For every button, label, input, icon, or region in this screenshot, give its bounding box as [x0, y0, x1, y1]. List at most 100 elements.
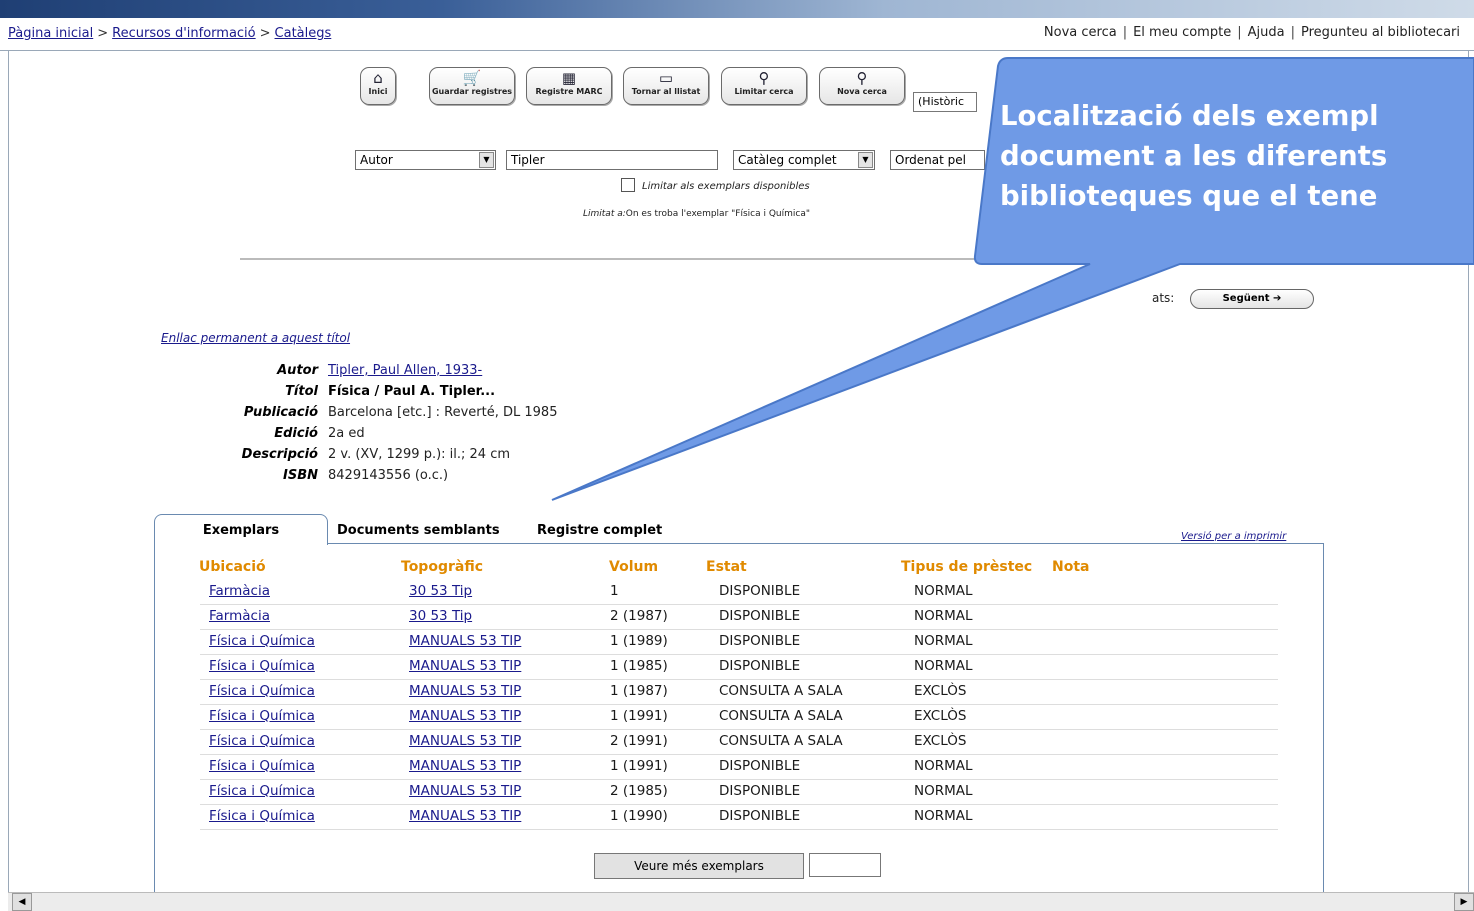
location-link[interactable]: Física i Química — [209, 658, 315, 674]
record-field-value: Barcelona [etc.] : Reverté, DL 1985 — [328, 405, 558, 420]
status-cell: CONSULTA A SALA — [719, 708, 843, 724]
search-field-value: Autor — [360, 153, 393, 167]
location-link[interactable]: Física i Química — [209, 708, 315, 724]
column-header: Estat — [706, 559, 747, 575]
location-link[interactable]: Física i Química — [209, 683, 315, 699]
search-field-select[interactable]: Autor ▼ — [355, 150, 496, 170]
location-link[interactable]: Farmàcia — [209, 583, 270, 599]
volume-cell: 2 (1987) — [610, 608, 668, 624]
call-number-link[interactable]: MANUALS 53 TIP — [409, 808, 521, 824]
ask-librarian-link[interactable]: Pregunteu al bibliotecari — [1301, 25, 1460, 40]
call-number-link[interactable]: MANUALS 53 TIP — [409, 758, 521, 774]
volume-cell: 1 (1991) — [610, 758, 668, 774]
location-link[interactable]: Física i Química — [209, 783, 315, 799]
location-link[interactable]: Física i Química — [209, 808, 315, 824]
sort-select[interactable]: Ordenat pel — [890, 150, 985, 170]
scroll-left-icon[interactable]: ◀ — [12, 893, 32, 911]
table-row: Farmàcia 30 53 Tip 2 (1987) DISPONIBLE NORMA… — [200, 604, 1278, 630]
limit-search-label: Limitar cerca — [734, 87, 794, 96]
breadcrumb: Pàgina inicial > Recursos d'informació > Cat… — [8, 26, 332, 41]
history-select[interactable]: (Històric — [913, 92, 977, 112]
breadcrumb-catalogs[interactable]: Catàlegs — [275, 26, 332, 41]
record-field-value: Física / Paul A. Tipler... — [328, 384, 496, 399]
location-link[interactable]: Física i Química — [209, 633, 315, 649]
call-number-link[interactable]: 30 53 Tip — [409, 608, 472, 624]
print-version-link[interactable]: Versió per a imprimir — [1181, 531, 1286, 542]
call-number-link[interactable]: MANUALS 53 TIP — [409, 733, 521, 749]
location-link[interactable]: Farmàcia — [209, 608, 270, 624]
help-link[interactable]: Ajuda — [1248, 25, 1285, 40]
volume-cell: 1 (1987) — [610, 683, 668, 699]
loan-type-cell: NORMAL — [914, 633, 973, 649]
volume-cell: 2 (1991) — [610, 733, 668, 749]
record-field-label: Títol — [285, 384, 318, 399]
breadcrumb-home[interactable]: Pàgina inicial — [8, 26, 93, 41]
marc-record-label: Registre MARC — [535, 87, 603, 96]
volume-cell: 1 (1989) — [610, 633, 668, 649]
save-records-button[interactable]: 🛒 Guardar registres — [429, 67, 515, 105]
column-header: Nota — [1052, 559, 1090, 575]
status-cell: CONSULTA A SALA — [719, 683, 843, 699]
call-number-link[interactable]: 30 53 Tip — [409, 583, 472, 599]
back-to-list-label: Tornar al llistat — [631, 87, 701, 96]
new-search-button[interactable]: ⚲ Nova cerca — [819, 67, 905, 105]
volume-cell: 1 — [610, 583, 619, 599]
home-button-label: Inici — [368, 87, 388, 96]
column-header: Ubicació — [199, 559, 266, 575]
status-cell: DISPONIBLE — [719, 758, 801, 774]
loan-type-cell: NORMAL — [914, 808, 973, 824]
table-row: Física i Química MANUALS 53 TIP 1 (1987) CO… — [200, 679, 1278, 705]
status-cell: DISPONIBLE — [719, 783, 801, 799]
loan-type-cell: NORMAL — [914, 658, 973, 674]
loan-type-cell: EXCLÒS — [914, 683, 967, 699]
back-to-list-button[interactable]: ▭ Tornar al llistat — [623, 67, 709, 105]
call-number-link[interactable]: MANUALS 53 TIP — [409, 658, 521, 674]
table-row: Física i Química MANUALS 53 TIP 1 (1991) CO… — [200, 704, 1278, 730]
record-field-label: Autor — [277, 363, 318, 378]
tab-similar-documents[interactable]: Documents semblants — [337, 523, 500, 538]
search-scope-select[interactable]: Catàleg complet ▼ — [733, 150, 875, 170]
limit-text: On es troba l'exemplar "Física i Química… — [625, 209, 810, 219]
tab-exemplars[interactable]: Exemplars — [154, 514, 328, 545]
my-account-link[interactable]: El meu compte — [1133, 25, 1231, 40]
table-row: Farmàcia 30 53 Tip 1 DISPONIBLE NORMAL — [200, 579, 1278, 605]
new-search-link[interactable]: Nova cerca — [1044, 25, 1117, 40]
table-row: Física i Química MANUALS 53 TIP 2 (1985) DI… — [200, 779, 1278, 805]
search-scope-value: Catàleg complet — [738, 153, 837, 167]
table-row: Física i Química MANUALS 53 TIP 2 (1991) CO… — [200, 729, 1278, 755]
loan-type-cell: NORMAL — [914, 583, 973, 599]
search-query-input[interactable]: Tipler — [506, 150, 718, 170]
call-number-link[interactable]: MANUALS 53 TIP — [409, 708, 521, 724]
limit-prefix: Limitat a: — [583, 209, 626, 219]
horizontal-scrollbar[interactable] — [8, 892, 1474, 911]
scroll-right-icon[interactable]: ▶ — [1454, 893, 1474, 911]
loan-type-cell: NORMAL — [914, 608, 973, 624]
limit-note: Limitat a:On es troba l'exemplar "Física… — [583, 209, 810, 219]
list-icon: ▭ — [658, 69, 674, 87]
marc-icon: ▦ — [561, 69, 577, 87]
call-number-link[interactable]: MANUALS 53 TIP — [409, 633, 521, 649]
location-link[interactable]: Física i Química — [209, 758, 315, 774]
available-only-checkbox[interactable] — [621, 178, 635, 192]
limit-search-button[interactable]: ⚲ Limitar cerca — [721, 67, 807, 105]
record-field-label: Descripció — [241, 447, 318, 462]
tab-full-record[interactable]: Registre complet — [537, 523, 662, 538]
home-button[interactable]: ⌂ Inici — [360, 67, 396, 105]
table-row: Física i Química MANUALS 53 TIP 1 (1990) DI… — [200, 804, 1278, 830]
loan-type-cell: EXCLÒS — [914, 708, 967, 724]
more-copies-input[interactable] — [809, 853, 881, 877]
record-field-value[interactable]: Tipler, Paul Allen, 1933- — [328, 363, 482, 378]
permalink[interactable]: Enllac permanent a aquest títol — [161, 331, 350, 345]
loan-type-cell: NORMAL — [914, 783, 973, 799]
next-button[interactable]: Següent ➔ — [1190, 289, 1314, 309]
loan-type-cell: EXCLÒS — [914, 733, 967, 749]
chevron-down-icon: ▼ — [858, 152, 873, 168]
more-copies-button[interactable]: Veure més exemplars — [594, 853, 804, 879]
call-number-link[interactable]: MANUALS 53 TIP — [409, 783, 521, 799]
location-link[interactable]: Física i Química — [209, 733, 315, 749]
marc-record-button[interactable]: ▦ Registre MARC — [526, 67, 612, 105]
call-number-link[interactable]: MANUALS 53 TIP — [409, 683, 521, 699]
breadcrumb-resources[interactable]: Recursos d'informació — [112, 26, 255, 41]
table-row: Física i Química MANUALS 53 TIP 1 (1985) DI… — [200, 654, 1278, 680]
new-search-label: Nova cerca — [837, 87, 887, 96]
